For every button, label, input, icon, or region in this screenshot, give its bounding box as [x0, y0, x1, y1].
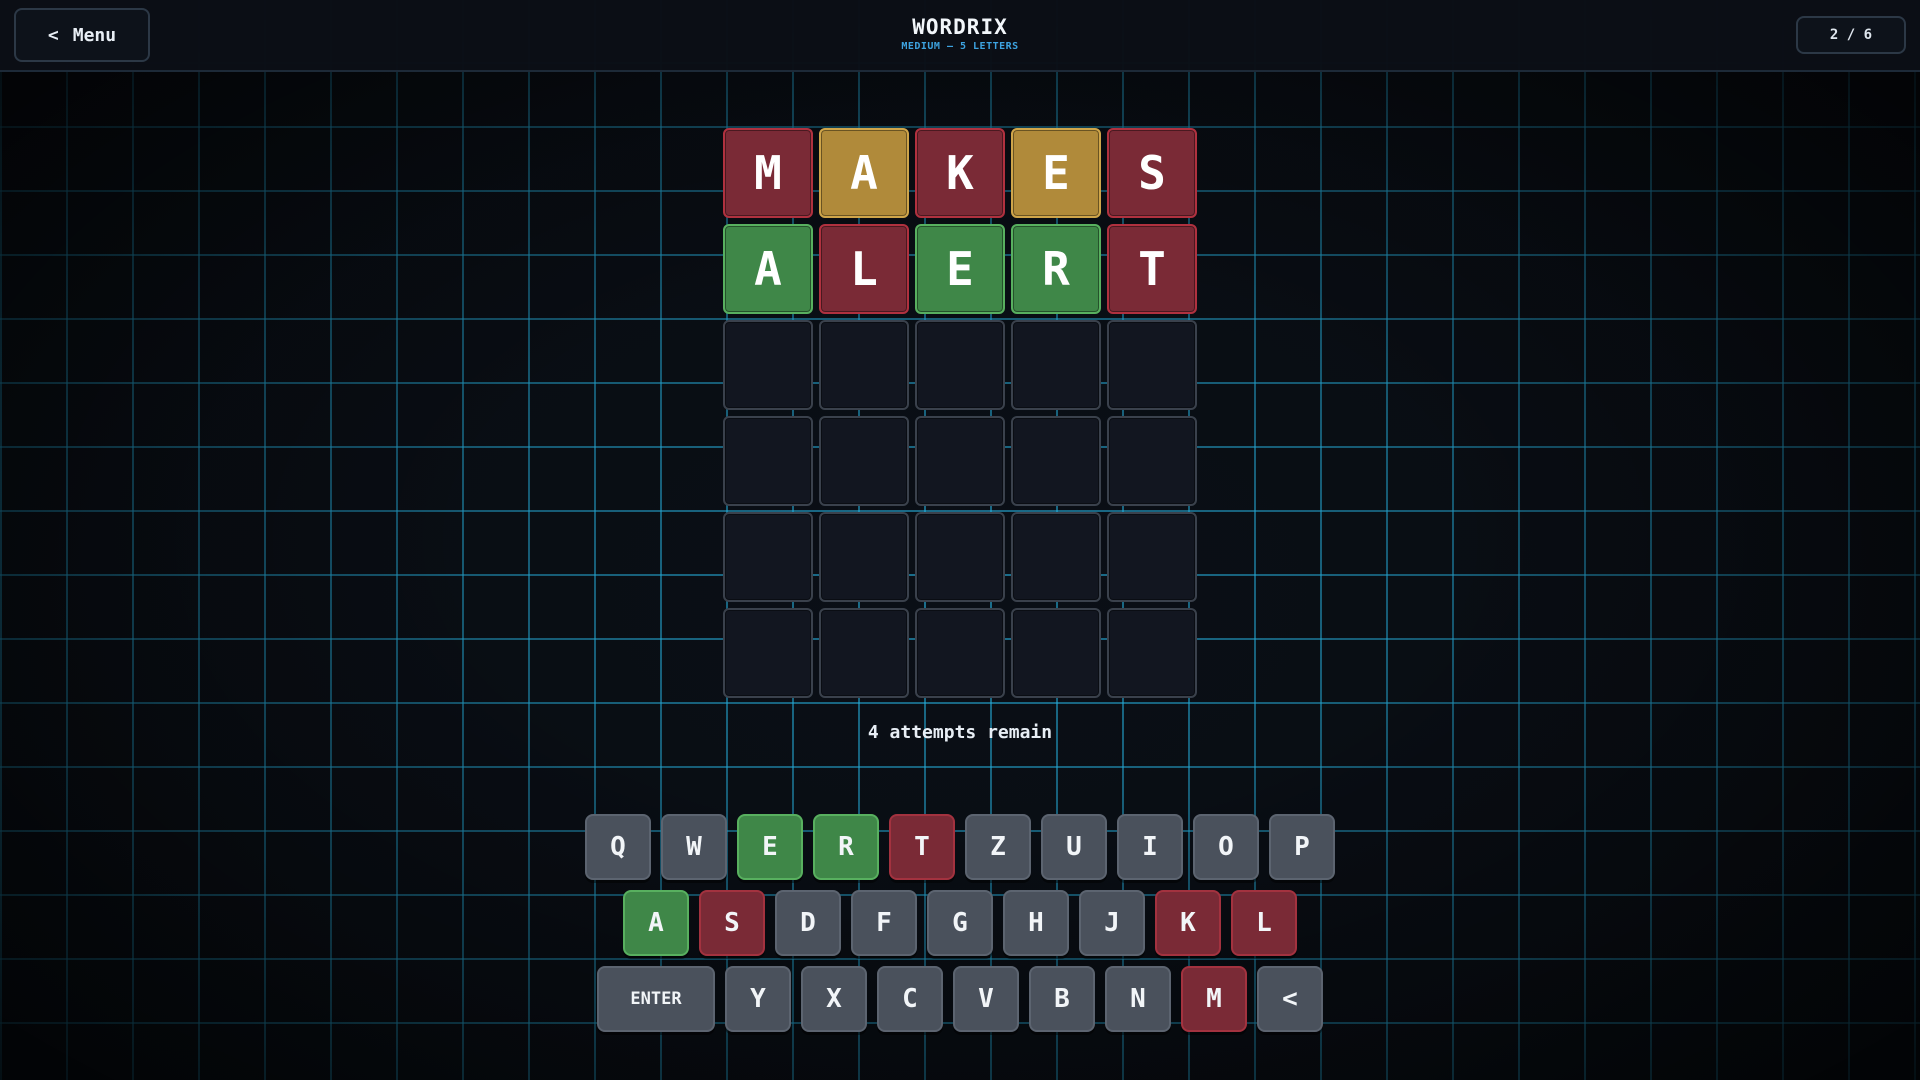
- board-tile-r3-c3: [915, 320, 1005, 410]
- on-screen-keyboard: Q W E R T Z U I O P A S D F G H J K L ENTER Y X C V B N M <: [0, 814, 1920, 1042]
- board-tile-r3-c4: [1011, 320, 1101, 410]
- attempts-status: 4 attempts remain: [867, 722, 1053, 743]
- game-title: WORDRIX: [912, 15, 1008, 39]
- key-r[interactable]: R: [813, 814, 879, 880]
- top-bar: < Menu WORDRIX MEDIUM – 5 LETTERS 2 / 6: [0, 0, 1920, 72]
- title-block: WORDRIX MEDIUM – 5 LETTERS: [760, 14, 1160, 54]
- key-p[interactable]: P: [1269, 814, 1335, 880]
- key-j[interactable]: J: [1079, 890, 1145, 956]
- chevron-left-icon: <: [47, 24, 59, 46]
- key-enter[interactable]: ENTER: [597, 966, 715, 1032]
- board-tile-r3-c2: [819, 320, 909, 410]
- board-tile-r1-c3: K: [915, 128, 1005, 218]
- board-tile-r4-c2: [819, 416, 909, 506]
- board-tile-r2-c3: E: [915, 224, 1005, 314]
- key-b[interactable]: B: [1029, 966, 1095, 1032]
- board-tile-r1-c2: A: [819, 128, 909, 218]
- keyboard-row-2: ASDFGHJKL: [0, 890, 1920, 956]
- key-l[interactable]: L: [1231, 890, 1297, 956]
- key-y[interactable]: Y: [725, 966, 791, 1032]
- key-v[interactable]: V: [953, 966, 1019, 1032]
- keyboard-row-1: QWERTZUIOP: [0, 814, 1920, 880]
- key-n[interactable]: N: [1105, 966, 1171, 1032]
- key-t[interactable]: T: [889, 814, 955, 880]
- key-h[interactable]: H: [1003, 890, 1069, 956]
- board-tile-r3-c5: [1107, 320, 1197, 410]
- keyboard-row-3: ENTER Y X C V B N M <: [0, 966, 1920, 1032]
- key-e[interactable]: E: [737, 814, 803, 880]
- board-tile-r4-c4: [1011, 416, 1101, 506]
- key-s[interactable]: S: [699, 890, 765, 956]
- board-tile-r2-c1: A: [723, 224, 813, 314]
- difficulty-subtitle: MEDIUM – 5 LETTERS: [901, 41, 1019, 52]
- board-tile-r5-c3: [915, 512, 1005, 602]
- board-tile-r4-c3: [915, 416, 1005, 506]
- key-g[interactable]: G: [927, 890, 993, 956]
- key-m[interactable]: M: [1181, 966, 1247, 1032]
- board-tile-r2-c5: T: [1107, 224, 1197, 314]
- key-z[interactable]: Z: [965, 814, 1031, 880]
- board-tile-r4-c5: [1107, 416, 1197, 506]
- guess-counter: 2 / 6: [1796, 16, 1906, 54]
- board-tile-r2-c2: L: [819, 224, 909, 314]
- board-tile-r1-c5: S: [1107, 128, 1197, 218]
- board-tile-r5-c5: [1107, 512, 1197, 602]
- board-tile-r1-c4: E: [1011, 128, 1101, 218]
- key-a[interactable]: A: [623, 890, 689, 956]
- board-tile-r5-c2: [819, 512, 909, 602]
- key-k[interactable]: K: [1155, 890, 1221, 956]
- key-q[interactable]: Q: [585, 814, 651, 880]
- board-tile-r6-c4: [1011, 608, 1101, 698]
- board-tile-r6-c5: [1107, 608, 1197, 698]
- guess-board: MAKESALERT: [723, 128, 1197, 698]
- board-tile-r1-c1: M: [723, 128, 813, 218]
- key-d[interactable]: D: [775, 890, 841, 956]
- key-u[interactable]: U: [1041, 814, 1107, 880]
- board-tile-r6-c1: [723, 608, 813, 698]
- game-screen: < Menu WORDRIX MEDIUM – 5 LETTERS 2 / 6 …: [0, 0, 1920, 1080]
- board-tile-r4-c1: [723, 416, 813, 506]
- key-i[interactable]: I: [1117, 814, 1183, 880]
- key-o[interactable]: O: [1193, 814, 1259, 880]
- menu-button[interactable]: < Menu: [14, 8, 150, 62]
- board-tile-r6-c2: [819, 608, 909, 698]
- menu-button-label: Menu: [72, 24, 117, 46]
- board-tile-r5-c1: [723, 512, 813, 602]
- board-tile-r5-c4: [1011, 512, 1101, 602]
- board-tile-r6-c3: [915, 608, 1005, 698]
- key-backspace[interactable]: <: [1257, 966, 1323, 1032]
- key-w[interactable]: W: [661, 814, 727, 880]
- key-x[interactable]: X: [801, 966, 867, 1032]
- board-tile-r3-c1: [723, 320, 813, 410]
- key-c[interactable]: C: [877, 966, 943, 1032]
- board-tile-r2-c4: R: [1011, 224, 1101, 314]
- key-f[interactable]: F: [851, 890, 917, 956]
